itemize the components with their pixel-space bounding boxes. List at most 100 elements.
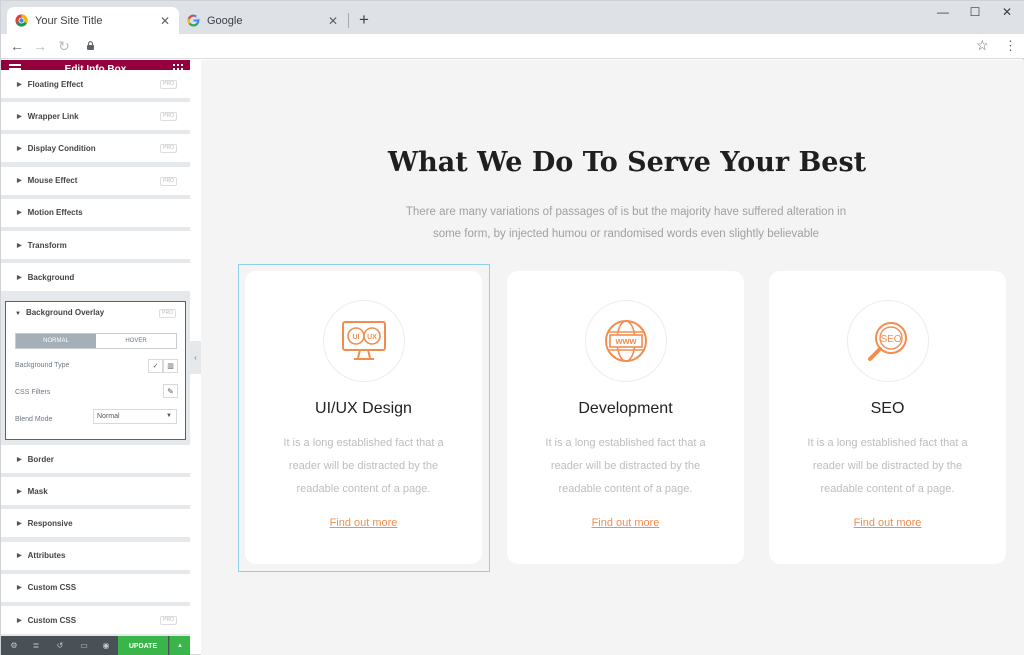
blend-mode-select[interactable]: Normal ▼ [93, 409, 177, 424]
section-label: Background Overlay [25, 308, 105, 317]
card-title: SEO [870, 400, 905, 417]
section-label: Motion Effects [27, 208, 83, 218]
info-box-card[interactable]: www Development It is a long established f… [507, 271, 744, 564]
gradient-icon[interactable]: ▥ [163, 359, 178, 373]
new-tab-icon[interactable]: + [356, 10, 372, 30]
history-icon[interactable]: ↺ [55, 641, 65, 651]
section-header[interactable]: ▼ Background Overlay [15, 308, 104, 317]
tab-normal[interactable]: NORMAL [16, 334, 96, 348]
browser-menu-icon[interactable]: ⋮ [1004, 37, 1017, 55]
info-box-card[interactable]: SEO SEO It is a long established fact that… [769, 271, 1006, 564]
caret-right-icon: ▶ [17, 178, 22, 185]
section-header[interactable]: ▶ Border [1, 445, 190, 473]
section-header[interactable]: ▶ Mask [1, 477, 190, 505]
caret-right-icon: ▶ [17, 456, 22, 463]
update-button[interactable]: UPDATE [118, 636, 168, 655]
panel-section[interactable]: ▶ Border [1, 445, 190, 473]
section-label: Attributes [27, 551, 66, 561]
maximize-icon[interactable]: ☐ [960, 5, 990, 19]
panel-section[interactable]: ▶ Wrapper Link PRO [1, 102, 190, 131]
info-box-card[interactable]: UI UX UI/UX Design It is a long established… [245, 271, 482, 564]
section-heading: What We Do To Serve Your Best [387, 147, 867, 178]
card-icon-circle: SEO [847, 300, 929, 382]
seo-magnifier-icon: SEO [868, 322, 907, 361]
forward-arrow-icon[interactable]: → [32, 37, 48, 55]
section-header[interactable]: ▶ Motion Effects [1, 199, 190, 227]
panel-section[interactable]: ▶ Mask [1, 477, 190, 506]
css-filters-label: CSS Filters [15, 389, 51, 396]
section-label: Mask [27, 486, 48, 496]
tab-strip: Your Site Title ✕ Google ✕ + — ☐ ✕ [1, 1, 1024, 34]
panel-section[interactable]: ▶ Responsive [1, 509, 190, 538]
blend-mode-value: Normal [97, 413, 120, 420]
caret-down-icon: ▼ [15, 311, 21, 317]
section-label: Floating Effect [27, 79, 84, 89]
section-label: Transform [27, 240, 67, 250]
find-out-more-link[interactable]: Find out more [507, 517, 744, 529]
svg-text:UI: UI [353, 334, 360, 341]
close-window-icon[interactable]: ✕ [992, 5, 1022, 19]
section-label: Border [27, 454, 54, 464]
panel-section[interactable]: ▶ Display Condition PRO [1, 134, 190, 163]
panel-section[interactable]: ▶ Custom CSS PRO [1, 606, 190, 634]
classic-brush-icon[interactable]: ✓ [148, 359, 163, 373]
caret-right-icon: ▶ [17, 585, 22, 592]
bookmark-star-icon[interactable]: ☆ [976, 37, 989, 54]
section-label: Custom CSS [27, 615, 77, 625]
tab-title: Your Site Title [35, 14, 103, 27]
section-header[interactable]: ▶ Responsive [1, 509, 190, 537]
svg-text:UX: UX [367, 334, 377, 341]
tab-separator [348, 13, 349, 28]
lock-icon[interactable] [87, 41, 94, 50]
pro-badge: PRO [160, 144, 177, 154]
panel-section[interactable]: ▶ Background [1, 263, 190, 292]
chevron-down-icon: ▼ [166, 413, 172, 419]
pro-badge: PRO [160, 176, 177, 186]
page-preview: What We Do To Serve Your Best There are … [201, 60, 1024, 655]
tab-title: Google [207, 14, 243, 27]
caret-right-icon: ▶ [17, 488, 22, 495]
section-label: Wrapper Link [27, 111, 79, 121]
section-header[interactable]: ▶ Attributes [1, 542, 190, 570]
card-description: It is a long established fact that a rea… [283, 437, 444, 495]
close-tab-icon[interactable]: ✕ [159, 14, 171, 28]
state-tabs: NORMAL HOVER [15, 333, 177, 349]
pro-badge: PRO [160, 112, 177, 122]
section-header[interactable]: ▶ Custom CSS [1, 574, 190, 602]
editor-panel: Edit Info Box ▶Floating EffectPRO▶Wrappe… [1, 60, 190, 655]
card-title: Development [578, 400, 673, 417]
section-header[interactable]: ▶ Background [1, 263, 190, 291]
back-arrow-icon[interactable]: ← [9, 37, 25, 55]
caret-right-icon: ▶ [17, 242, 22, 249]
minimize-icon[interactable]: — [928, 5, 958, 19]
find-out-more-link[interactable]: Find out more [769, 517, 1006, 529]
tab-hover[interactable]: HOVER [96, 334, 176, 348]
section-label: Display Condition [27, 143, 96, 153]
chrome-icon [15, 14, 28, 27]
panel-section[interactable]: ▶ Motion Effects [1, 198, 190, 227]
panel-section[interactable]: ▶ Floating Effect PRO [1, 70, 190, 98]
responsive-icon[interactable]: ▭ [79, 641, 89, 651]
tab-site[interactable]: Your Site Title ✕ [7, 7, 179, 34]
gear-icon[interactable]: ⚙ [9, 641, 19, 651]
section-header[interactable]: ▶ Transform [1, 231, 190, 259]
panel-section[interactable]: ▶ Transform [1, 231, 190, 259]
panel-section[interactable]: ▶ Custom CSS [1, 573, 190, 602]
tab-google[interactable]: Google ✕ [179, 7, 347, 34]
close-tab-icon[interactable]: ✕ [327, 14, 339, 28]
collapse-panel-handle[interactable]: ‹ [190, 341, 201, 374]
caret-right-icon: ▶ [17, 210, 22, 217]
eye-icon[interactable]: ◉ [101, 641, 111, 651]
layers-icon[interactable]: ≣ [31, 641, 41, 651]
reload-icon[interactable]: ↻ [56, 37, 72, 55]
find-out-more-link[interactable]: Find out more [245, 517, 482, 529]
panel-section[interactable]: ▶ Attributes [1, 541, 190, 570]
browser-window: Your Site Title ✕ Google ✕ + — ☐ ✕ ← → ↻ [0, 0, 1024, 655]
caret-right-icon: ▶ [17, 274, 22, 281]
svg-text:www: www [614, 336, 637, 346]
caret-up-icon[interactable]: ▲ [169, 636, 190, 655]
pro-badge: PRO [160, 80, 177, 89]
caret-right-icon: ▶ [17, 520, 22, 527]
panel-section[interactable]: ▶ Mouse Effect PRO [1, 166, 190, 195]
edit-pencil-icon[interactable]: ✎ [163, 384, 178, 398]
